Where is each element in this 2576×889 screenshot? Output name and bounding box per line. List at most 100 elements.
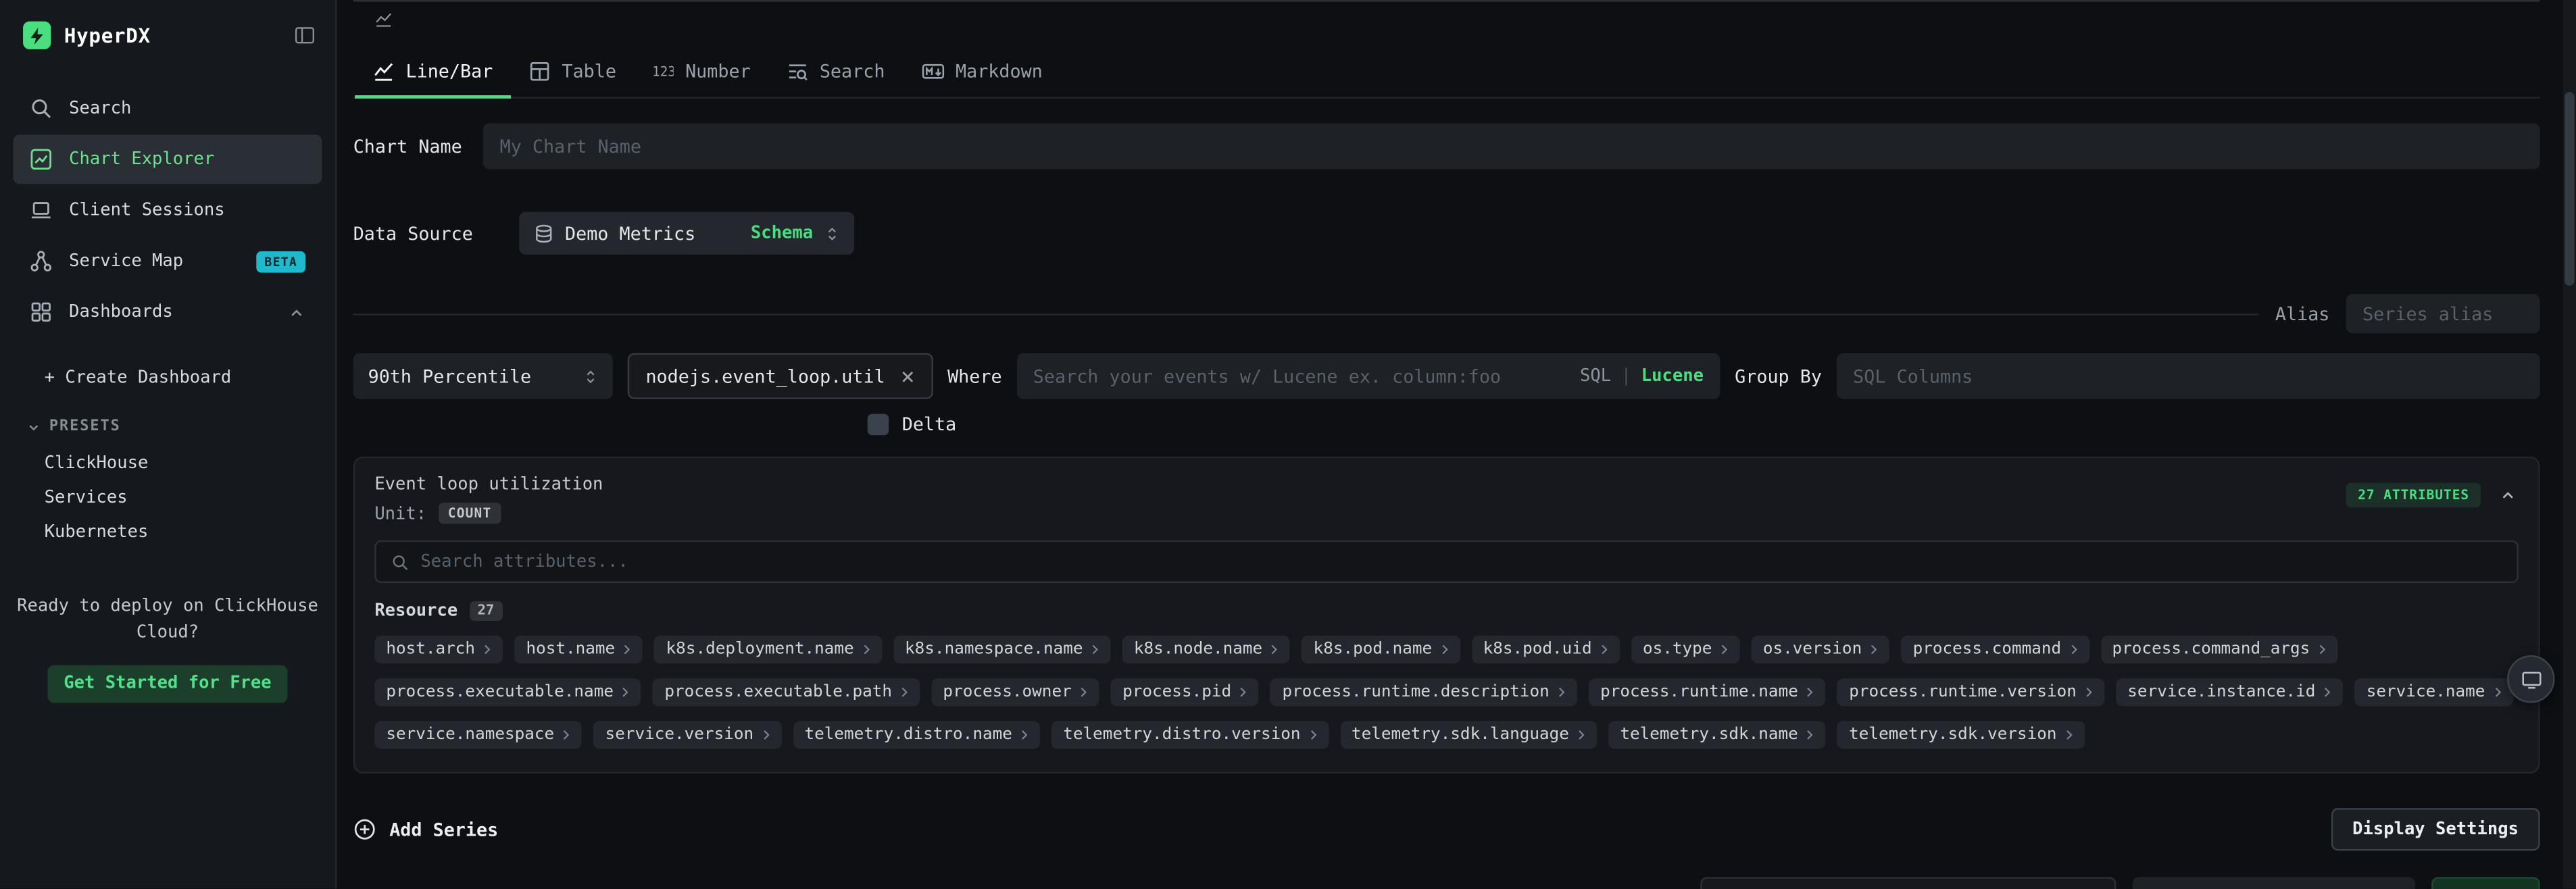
- presets-toggle[interactable]: PRESETS: [0, 419, 335, 435]
- run-button[interactable]: Run: [2431, 877, 2540, 889]
- grid-icon: [30, 301, 53, 324]
- where-input-wrap: SQL | Lucene: [1016, 353, 1720, 399]
- sidebar-collapse-icon[interactable]: [294, 24, 316, 46]
- metric-name: nodejs.event_loop.util: [645, 365, 885, 387]
- sidebar-nav: Search Chart Explorer Client Sessions Se…: [0, 56, 335, 337]
- alias-input[interactable]: [2346, 294, 2540, 333]
- close-icon[interactable]: [900, 369, 915, 384]
- chevron-right-icon: [2494, 685, 2502, 700]
- attribute-chip[interactable]: process.pid: [1111, 678, 1259, 706]
- add-series-button[interactable]: Add Series: [353, 818, 499, 841]
- attribute-name: process.runtime.name: [1600, 683, 1798, 701]
- lucene-option[interactable]: Lucene: [1641, 366, 1704, 386]
- attribute-chip[interactable]: process.runtime.name: [1589, 678, 1826, 706]
- plus-circle-icon: [353, 818, 376, 841]
- aggregation-value: 90th Percentile: [368, 365, 532, 387]
- sidebar-item-chart-explorer[interactable]: Chart Explorer: [13, 134, 322, 184]
- chart-name-row: Chart Name: [353, 123, 2540, 169]
- attribute-name: service.namespace: [386, 726, 554, 744]
- attribute-chip[interactable]: process.executable.path: [653, 678, 920, 706]
- metric-chip[interactable]: nodejs.event_loop.util: [628, 353, 933, 399]
- vertical-scrollbar[interactable]: [2563, 0, 2576, 888]
- date-range-picker[interactable]: Mar 2 12:47:01 - Mar 2 13:47:01: [1700, 877, 2116, 889]
- sidebar-item-dashboards[interactable]: Dashboards: [13, 287, 322, 336]
- chevron-right-icon: [1558, 685, 1566, 700]
- chevron-up-icon[interactable]: [2499, 486, 2517, 505]
- tab-markdown[interactable]: Markdown: [903, 45, 1060, 97]
- sidebar-item-label: Search: [69, 99, 131, 118]
- display-settings-button[interactable]: Display Settings: [2331, 808, 2540, 850]
- attribute-chip[interactable]: process.owner: [931, 678, 1099, 706]
- attribute-chip[interactable]: k8s.pod.uid: [1472, 636, 1620, 663]
- attribute-chip[interactable]: k8s.pod.name: [1302, 636, 1460, 663]
- sidebar-item-label: Dashboards: [69, 302, 173, 322]
- sidebar-item-search[interactable]: Search: [13, 84, 322, 133]
- attribute-chip[interactable]: service.name: [2355, 678, 2513, 706]
- tab-table[interactable]: Table: [511, 45, 635, 97]
- attribute-chip[interactable]: process.runtime.version: [1837, 678, 2104, 706]
- attribute-chip[interactable]: k8s.node.name: [1122, 636, 1291, 663]
- attribute-chip[interactable]: os.type: [1631, 636, 1740, 663]
- laptop-icon: [30, 199, 53, 222]
- attribute-chip[interactable]: process.command: [1902, 636, 2089, 663]
- chart-name-input[interactable]: [483, 123, 2540, 169]
- data-source-select[interactable]: Demo Metrics Schema: [519, 212, 854, 255]
- attribute-search-input[interactable]: [420, 552, 2502, 572]
- attribute-name: k8s.pod.uid: [1483, 640, 1592, 659]
- get-started-button[interactable]: Get Started for Free: [48, 664, 288, 702]
- attribute-chip[interactable]: service.instance.id: [2116, 678, 2343, 706]
- group-by-input[interactable]: [1837, 353, 2540, 399]
- attribute-chip[interactable]: service.version: [594, 721, 782, 748]
- svg-text:123: 123: [652, 63, 674, 78]
- attribute-chip[interactable]: process.runtime.description: [1270, 678, 1577, 706]
- attribute-chip[interactable]: host.name: [514, 636, 643, 663]
- where-input[interactable]: [1033, 365, 1567, 387]
- sql-option[interactable]: SQL: [1580, 366, 1611, 386]
- chevron-up-icon: [287, 303, 305, 322]
- attribute-chip[interactable]: telemetry.distro.name: [793, 721, 1040, 748]
- attribute-chip[interactable]: host.arch: [374, 636, 503, 663]
- attribute-chip[interactable]: process.command_args: [2101, 636, 2338, 663]
- attribute-chip[interactable]: telemetry.sdk.version: [1837, 721, 2085, 748]
- floating-monitor-button[interactable]: [2507, 655, 2555, 703]
- chevron-right-icon: [1600, 642, 1608, 657]
- chevron-right-icon: [623, 642, 631, 657]
- data-source-value: Demo Metrics: [565, 222, 695, 244]
- alias-row: Alias: [353, 294, 2540, 333]
- schema-link[interactable]: Schema: [751, 224, 813, 243]
- divider: [353, 313, 2259, 314]
- attribute-name: process.runtime.description: [1283, 683, 1550, 701]
- granularity-select[interactable]: Auto Granularity: [2133, 877, 2415, 889]
- presets-label: PRESETS: [49, 419, 121, 435]
- select-chevrons-icon: [583, 365, 598, 387]
- tab-number[interactable]: 123 Number: [635, 45, 769, 97]
- tab-label: Markdown: [956, 60, 1043, 82]
- aggregation-select[interactable]: 90th Percentile: [353, 353, 613, 399]
- tab-line-bar[interactable]: Line/Bar: [355, 45, 511, 97]
- chevron-right-icon: [1091, 642, 1099, 657]
- tab-search[interactable]: Search: [768, 45, 903, 97]
- delta-checkbox[interactable]: [868, 414, 889, 436]
- attribute-chip[interactable]: process.executable.name: [374, 678, 641, 706]
- preset-services[interactable]: Services: [0, 481, 335, 515]
- attribute-chip[interactable]: service.namespace: [374, 721, 582, 748]
- attribute-chip[interactable]: k8s.namespace.name: [893, 636, 1111, 663]
- preset-kubernetes[interactable]: Kubernetes: [0, 515, 335, 550]
- scrollbar-thumb[interactable]: [2565, 92, 2575, 286]
- preset-clickhouse[interactable]: ClickHouse: [0, 447, 335, 481]
- attribute-chip[interactable]: k8s.deployment.name: [655, 636, 882, 663]
- attribute-name: k8s.node.name: [1134, 640, 1262, 659]
- sidebar-item-service-map[interactable]: Service Map BETA: [13, 236, 322, 286]
- sidebar-item-label: Chart Explorer: [69, 149, 214, 169]
- chevron-right-icon: [1440, 642, 1448, 657]
- query-language-toggle[interactable]: SQL | Lucene: [1580, 366, 1704, 386]
- attribute-chip[interactable]: telemetry.sdk.name: [1608, 721, 1826, 748]
- attribute-chip[interactable]: telemetry.distro.version: [1051, 721, 1329, 748]
- attribute-chip[interactable]: telemetry.sdk.language: [1340, 721, 1597, 748]
- create-dashboard-button[interactable]: + Create Dashboard: [0, 359, 335, 395]
- sidebar-item-client-sessions[interactable]: Client Sessions: [13, 186, 322, 235]
- attribute-name: process.pid: [1122, 683, 1231, 701]
- attribute-chip[interactable]: os.version: [1752, 636, 1890, 663]
- alias-label: Alias: [2275, 303, 2330, 325]
- markdown-icon: [921, 60, 944, 82]
